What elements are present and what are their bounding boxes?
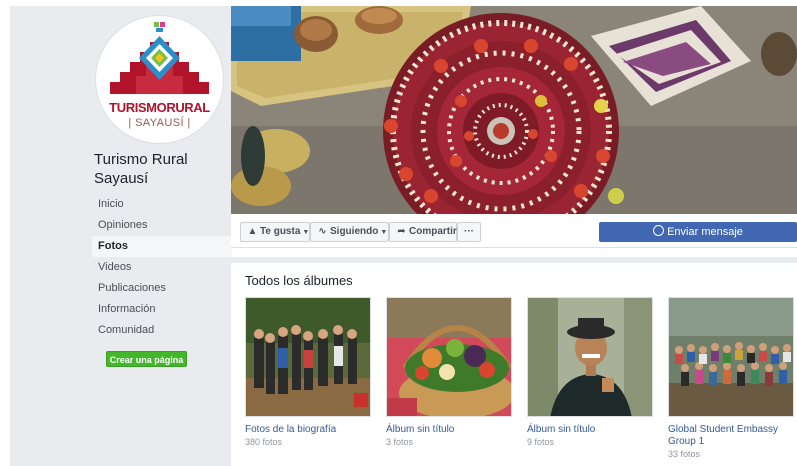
like-button-label: Te gusta bbox=[260, 226, 301, 237]
album-photo-basket bbox=[387, 298, 511, 416]
album-card: Fotos de la biografía 380 fotos bbox=[245, 297, 371, 448]
messenger-icon bbox=[653, 225, 665, 236]
send-message-label: Enviar mensaje bbox=[667, 226, 743, 238]
chevron-down-icon: ▼ bbox=[302, 229, 310, 236]
left-sidebar: TURISMORURAL | SAYAUSÍ | Turismo Rural S… bbox=[10, 6, 232, 466]
album-card: Álbum sin título 9 fotos bbox=[527, 297, 653, 448]
chevron-down-icon: ▼ bbox=[380, 229, 388, 236]
send-message-button[interactable]: Enviar mensaje bbox=[599, 222, 797, 242]
album-thumbnail[interactable] bbox=[386, 297, 512, 417]
thumbs-up-icon: ▲ bbox=[247, 226, 258, 237]
nav-item-inicio[interactable]: Inicio bbox=[92, 194, 232, 215]
nav-item-fotos[interactable]: Fotos bbox=[92, 236, 232, 257]
nav-item-informacion[interactable]: Información bbox=[92, 299, 232, 320]
cover-photo[interactable] bbox=[231, 6, 797, 214]
nav-item-publicaciones[interactable]: Publicaciones bbox=[92, 278, 232, 299]
facebook-page-photos: TURISMORURAL | SAYAUSÍ | Turismo Rural S… bbox=[0, 0, 797, 466]
create-page-button[interactable]: Crear una página bbox=[106, 351, 187, 367]
album-title[interactable]: Fotos de la biografía bbox=[245, 424, 371, 436]
page-action-bar: ▲ Te gusta ▼ ∿ Siguiendo ▼ ➦ Compartir ··· En… bbox=[231, 214, 797, 248]
album-thumbnail[interactable] bbox=[527, 297, 653, 417]
cover-image bbox=[231, 6, 797, 214]
following-button[interactable]: ∿ Siguiendo ▼ bbox=[310, 222, 389, 242]
album-thumbnail[interactable] bbox=[668, 297, 794, 417]
album-card: Álbum sin título 3 fotos bbox=[386, 297, 512, 448]
album-title[interactable]: Álbum sin título bbox=[386, 424, 512, 436]
albums-section: Todos los álbumes Fotos de la biografía … bbox=[231, 257, 797, 466]
album-photo-count: 9 fotos bbox=[527, 437, 555, 447]
share-arrow-icon: ➦ bbox=[397, 226, 406, 237]
page-profile-picture[interactable]: TURISMORURAL | SAYAUSÍ | bbox=[96, 16, 223, 143]
logo-subtitle: | SAYAUSÍ | bbox=[128, 117, 191, 129]
album-photo-count: 3 fotos bbox=[386, 437, 414, 447]
following-button-label: Siguiendo bbox=[330, 226, 379, 237]
album-card: Global Student Embassy Group 1 33 fotos bbox=[668, 297, 794, 460]
page-nav: Inicio Opiniones Fotos Videos Publicacio… bbox=[92, 194, 232, 341]
album-photo-portrait bbox=[528, 298, 652, 416]
share-button[interactable]: ➦ Compartir bbox=[389, 222, 457, 242]
album-photo-count: 33 fotos bbox=[668, 449, 701, 459]
more-options-button[interactable]: ··· bbox=[457, 222, 481, 242]
album-photo-group-hike bbox=[246, 298, 370, 416]
like-button[interactable]: ▲ Te gusta ▼ bbox=[240, 222, 310, 242]
album-title[interactable]: Álbum sin título bbox=[527, 424, 653, 436]
nav-item-comunidad[interactable]: Comunidad bbox=[92, 320, 232, 341]
rss-icon: ∿ bbox=[318, 226, 327, 237]
nav-item-videos[interactable]: Videos bbox=[92, 257, 232, 278]
album-photo-student-group bbox=[669, 298, 793, 416]
albums-heading: Todos los álbumes bbox=[245, 273, 353, 288]
logo-wordmark: TURISMORURAL bbox=[109, 100, 210, 115]
page-title[interactable]: Turismo Rural Sayausí bbox=[94, 150, 229, 188]
share-button-label: Compartir bbox=[409, 226, 457, 237]
album-photo-count: 380 fotos bbox=[245, 437, 283, 447]
nav-item-opiniones[interactable]: Opiniones bbox=[92, 215, 232, 236]
album-thumbnail[interactable] bbox=[245, 297, 371, 417]
album-title[interactable]: Global Student Embassy Group 1 bbox=[668, 424, 794, 448]
